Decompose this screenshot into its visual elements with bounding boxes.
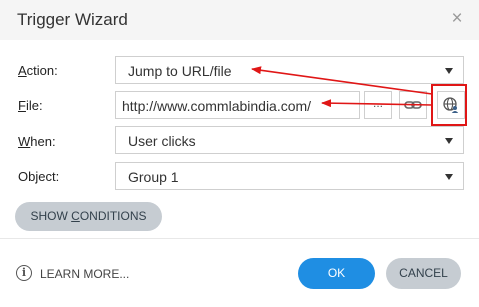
object-select-value: Group 1 xyxy=(128,169,179,185)
file-label: File: xyxy=(18,98,43,113)
learn-more-link[interactable]: LEARN MORE... xyxy=(40,267,129,281)
show-conditions-button[interactable]: SHOW CONDITIONS xyxy=(15,202,162,231)
browse-button[interactable]: ... xyxy=(364,91,392,119)
chevron-down-icon xyxy=(445,138,453,144)
action-label: Action: xyxy=(18,63,58,78)
object-select[interactable]: Group 1 xyxy=(115,162,464,190)
footer-divider xyxy=(0,238,479,239)
when-select-value: User clicks xyxy=(128,133,196,149)
when-label-rest: hen: xyxy=(30,134,56,149)
cancel-button[interactable]: CANCEL xyxy=(386,258,461,289)
file-url-input[interactable]: http://www.commlabindia.com/ xyxy=(115,91,360,119)
web-object-highlight-box xyxy=(431,84,467,126)
close-icon[interactable]: × xyxy=(447,8,467,30)
link-icon xyxy=(404,101,422,109)
when-label-accesskey: W xyxy=(18,134,31,149)
show-conditions-rest: ONDITIONS xyxy=(79,209,147,223)
action-select-value: Jump to URL/file xyxy=(128,63,232,79)
title-bar: Trigger Wizard × xyxy=(0,0,479,40)
chevron-down-icon xyxy=(445,68,453,74)
action-label-rest: ction: xyxy=(26,63,58,78)
show-conditions-accesskey: C xyxy=(71,209,80,223)
browse-button-label: ... xyxy=(372,96,383,110)
chevron-down-icon xyxy=(445,174,453,180)
show-conditions-prefix: SHOW xyxy=(30,209,72,223)
info-icon[interactable]: i xyxy=(16,265,32,281)
action-select[interactable]: Jump to URL/file xyxy=(115,56,464,84)
link-button[interactable] xyxy=(399,91,427,119)
when-label: When: xyxy=(18,134,56,149)
file-label-rest: ile: xyxy=(25,98,43,113)
ok-button[interactable]: OK xyxy=(298,258,375,289)
when-select[interactable]: User clicks xyxy=(115,126,464,154)
dialog-title: Trigger Wizard xyxy=(17,10,128,29)
action-label-accesskey: A xyxy=(18,63,27,78)
file-url-value: http://www.commlabindia.com/ xyxy=(122,98,312,114)
file-label-accesskey: F xyxy=(18,98,26,113)
object-label: Object: xyxy=(18,169,60,184)
